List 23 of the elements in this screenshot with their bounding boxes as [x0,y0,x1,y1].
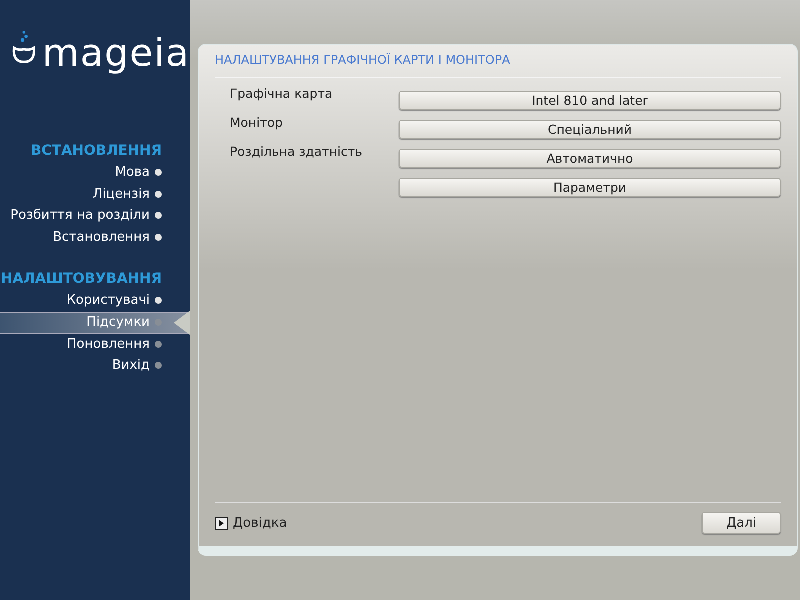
sidebar-step: Вихід [0,355,190,376]
option-button[interactable]: Параметри [399,178,781,197]
field-label: Графічна карта [229,86,334,101]
panel-title: НАЛАШТУВАННЯ ГРАФІЧНОЇ КАРТИ І МОНІТОРА [215,53,781,78]
sidebar-step: Ліцензія [0,184,190,205]
section-heading: ВСТАНОВЛЕННЯ [30,142,163,161]
current-step: Підсумки [0,312,190,334]
field-label: Монітор [229,115,284,130]
option-button[interactable]: Спеціальний [399,120,781,139]
sidebar-step: Користувачі [0,290,190,312]
pointer-icon [174,310,190,334]
help-expander[interactable]: Довідка [233,516,288,530]
next-button[interactable]: Далі [702,512,781,534]
option-button[interactable]: Автоматично [399,149,781,168]
expander-icon[interactable] [215,516,228,530]
field-label: Роздільна здатність [229,144,364,159]
sidebar-step: Мова [0,162,190,184]
section-heading: НАЛАШТОВУВАННЯ [0,270,163,289]
sidebar-step: Встановлення [0,226,190,248]
logo-text: mageia [42,34,190,74]
option-button[interactable]: Intel 810 and later [399,91,781,110]
sidebar-step: Поновлення [0,334,190,355]
sidebar-step: Розбиття на розділи [0,205,190,226]
